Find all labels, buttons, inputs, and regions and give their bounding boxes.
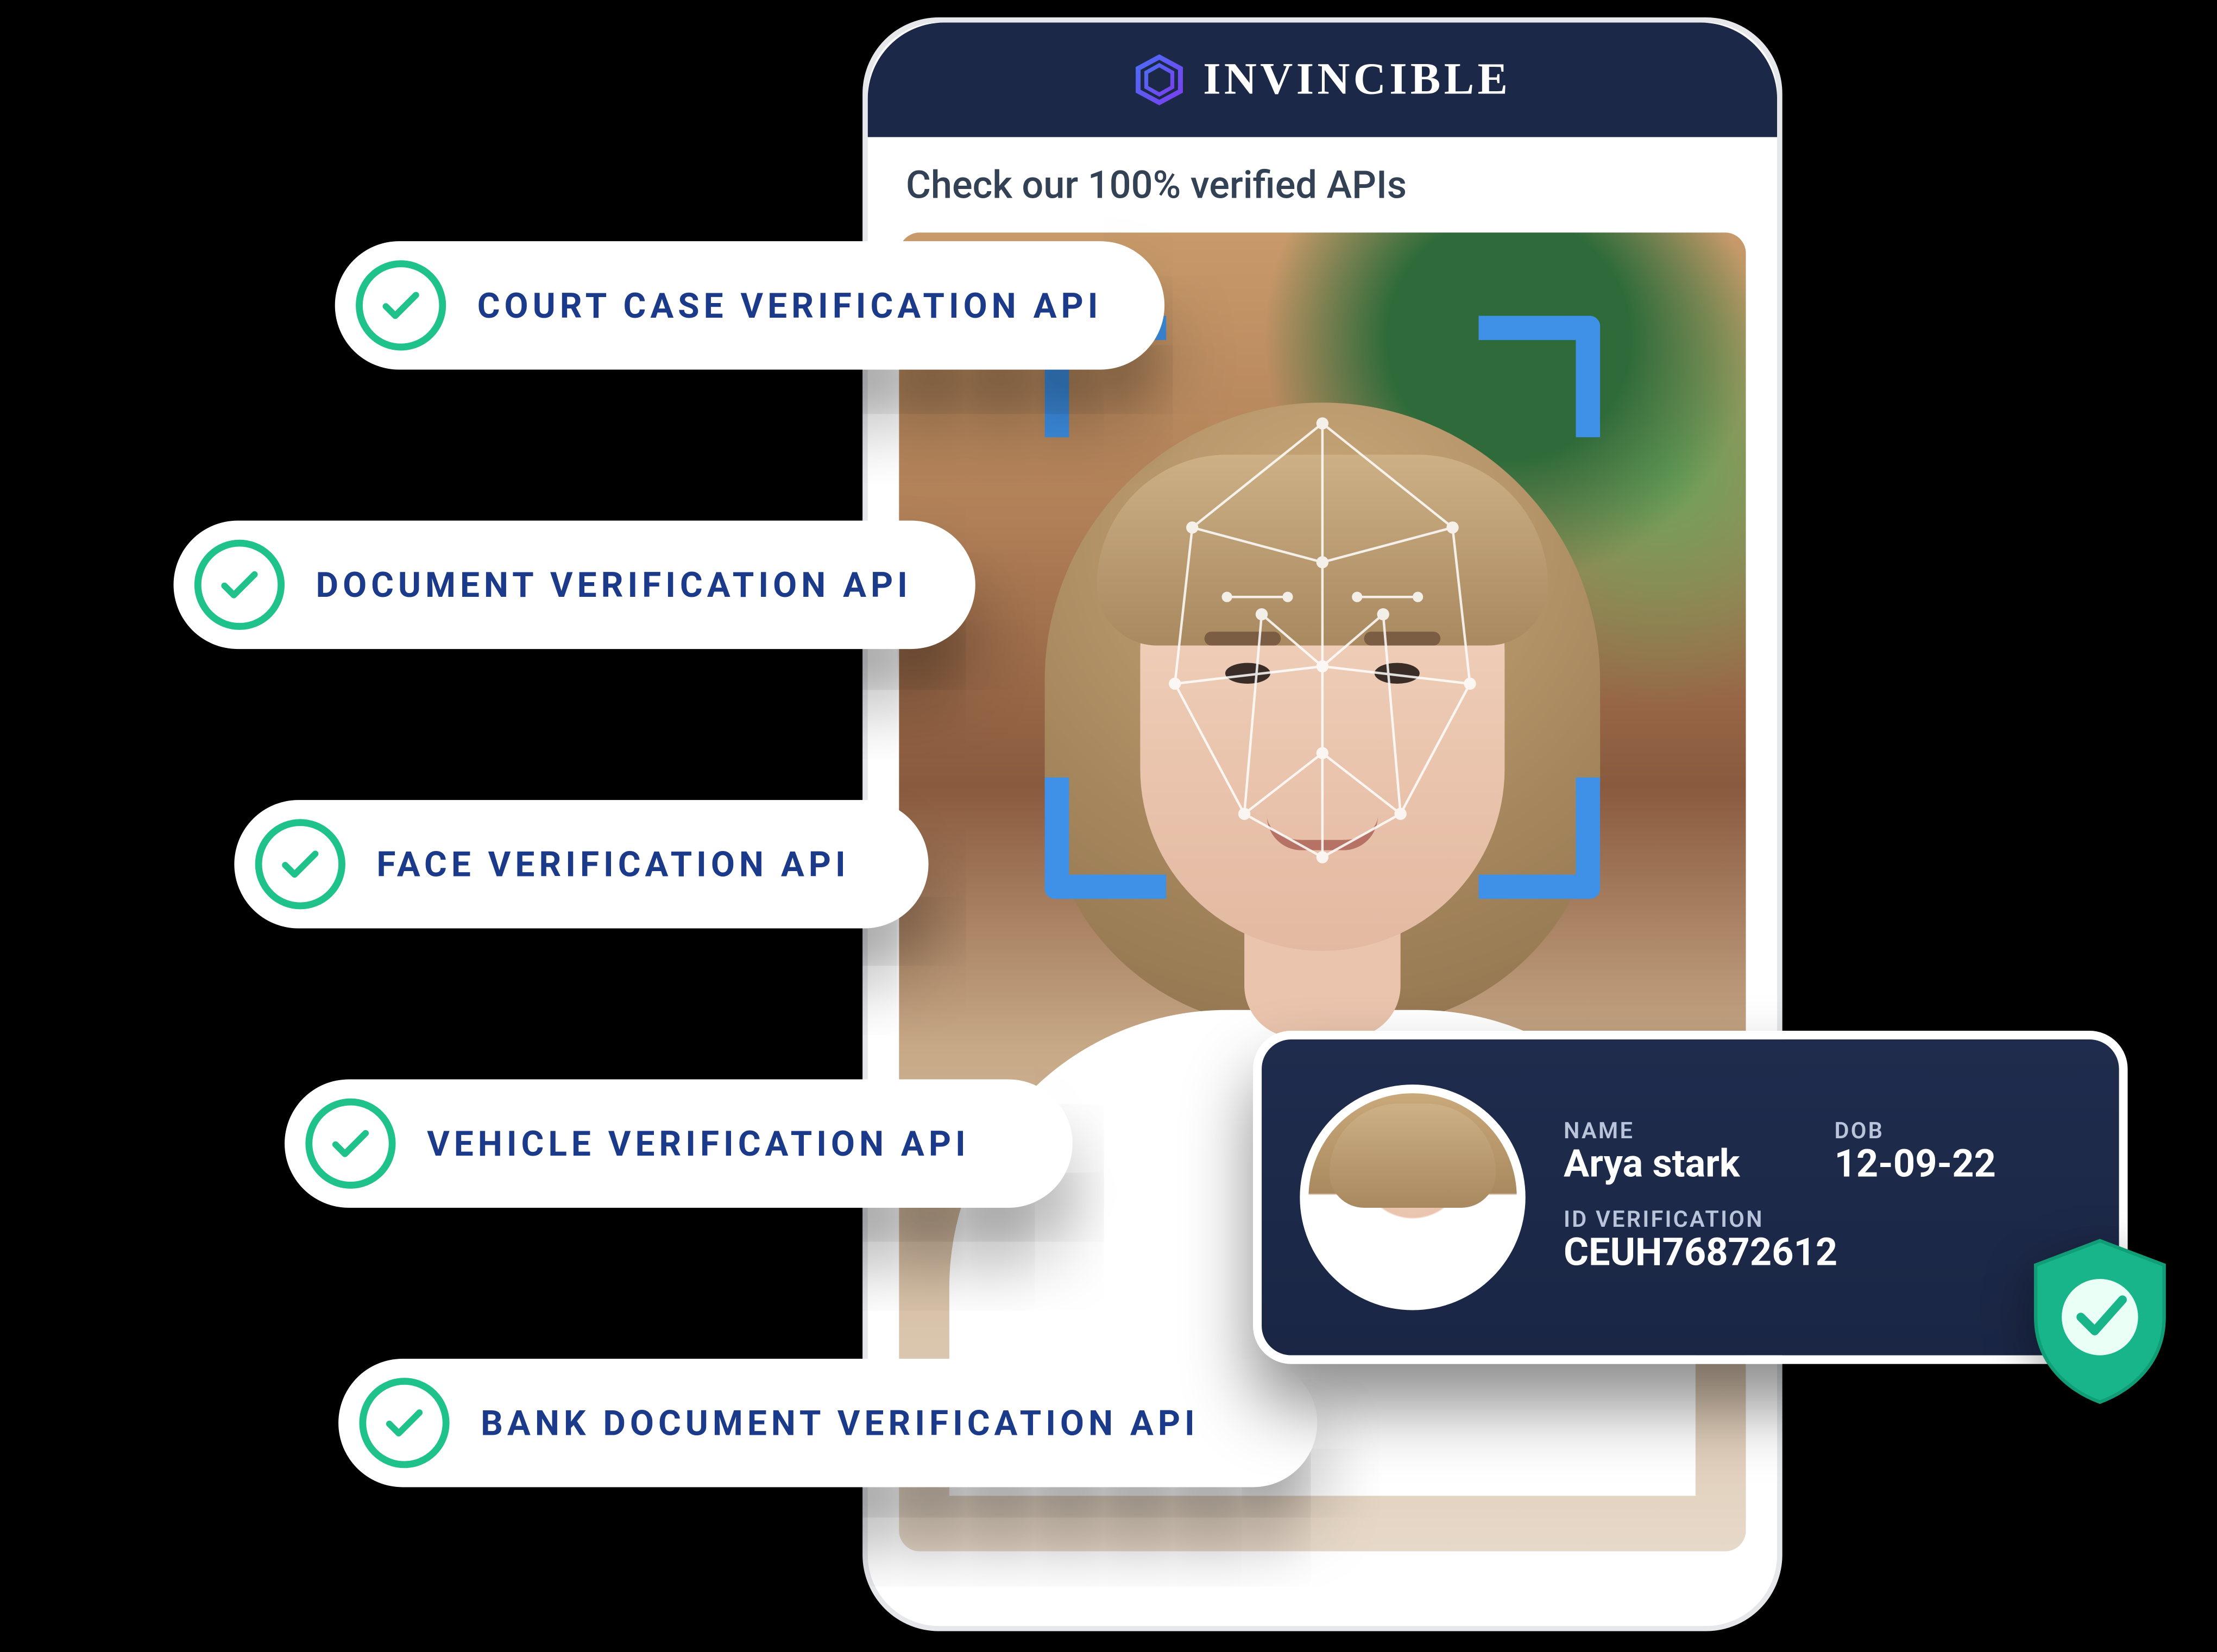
api-pill-face[interactable]: FACE VERIFICATION API [234, 800, 928, 928]
brand-name: INVINCIBLE [1203, 54, 1511, 106]
shield-check-icon [2022, 1234, 2178, 1408]
check-icon [359, 1378, 449, 1468]
idv-value: CEUH76872612 [1564, 1234, 2081, 1276]
idv-label: ID VERIFICATION [1564, 1208, 2081, 1234]
app-header: INVINCIBLE [868, 23, 1777, 137]
api-pill-label: DOCUMENT VERIFICATION API [316, 564, 912, 606]
check-icon [255, 819, 345, 909]
name-label: NAME [1564, 1119, 1810, 1145]
id-fields: NAME Arya stark DOB 12-09-22 ID VERIFICA… [1564, 1119, 2081, 1276]
avatar-image [1308, 1093, 1516, 1301]
api-pill-label: VEHICLE VERIFICATION API [427, 1123, 970, 1164]
id-verification-card: NAME Arya stark DOB 12-09-22 ID VERIFICA… [1253, 1031, 2127, 1364]
dob-value: 12-09-22 [1835, 1145, 2081, 1187]
api-pill-label: FACE VERIFICATION API [376, 843, 849, 885]
check-icon [194, 540, 285, 630]
name-value: Arya stark [1564, 1145, 1810, 1187]
api-pill-label: BANK DOCUMENT VERIFICATION API [481, 1402, 1199, 1444]
api-pill-document[interactable]: DOCUMENT VERIFICATION API [174, 521, 975, 649]
check-icon [356, 260, 446, 350]
brand-logo-icon [1133, 54, 1186, 106]
api-pill-label: COURT CASE VERIFICATION API [477, 285, 1103, 326]
check-icon [305, 1099, 395, 1189]
header-caption: Check our 100% verified APIs [868, 137, 1777, 232]
marketing-composite: INVINCIBLE Check our 100% verified APIs [0, 0, 2216, 1652]
api-pill-bank-document[interactable]: BANK DOCUMENT VERIFICATION API [338, 1359, 1317, 1487]
api-pill-court-case[interactable]: COURT CASE VERIFICATION API [335, 241, 1164, 369]
dob-label: DOB [1835, 1119, 2081, 1145]
avatar [1300, 1084, 1525, 1310]
api-pill-vehicle[interactable]: VEHICLE VERIFICATION API [285, 1080, 1073, 1208]
